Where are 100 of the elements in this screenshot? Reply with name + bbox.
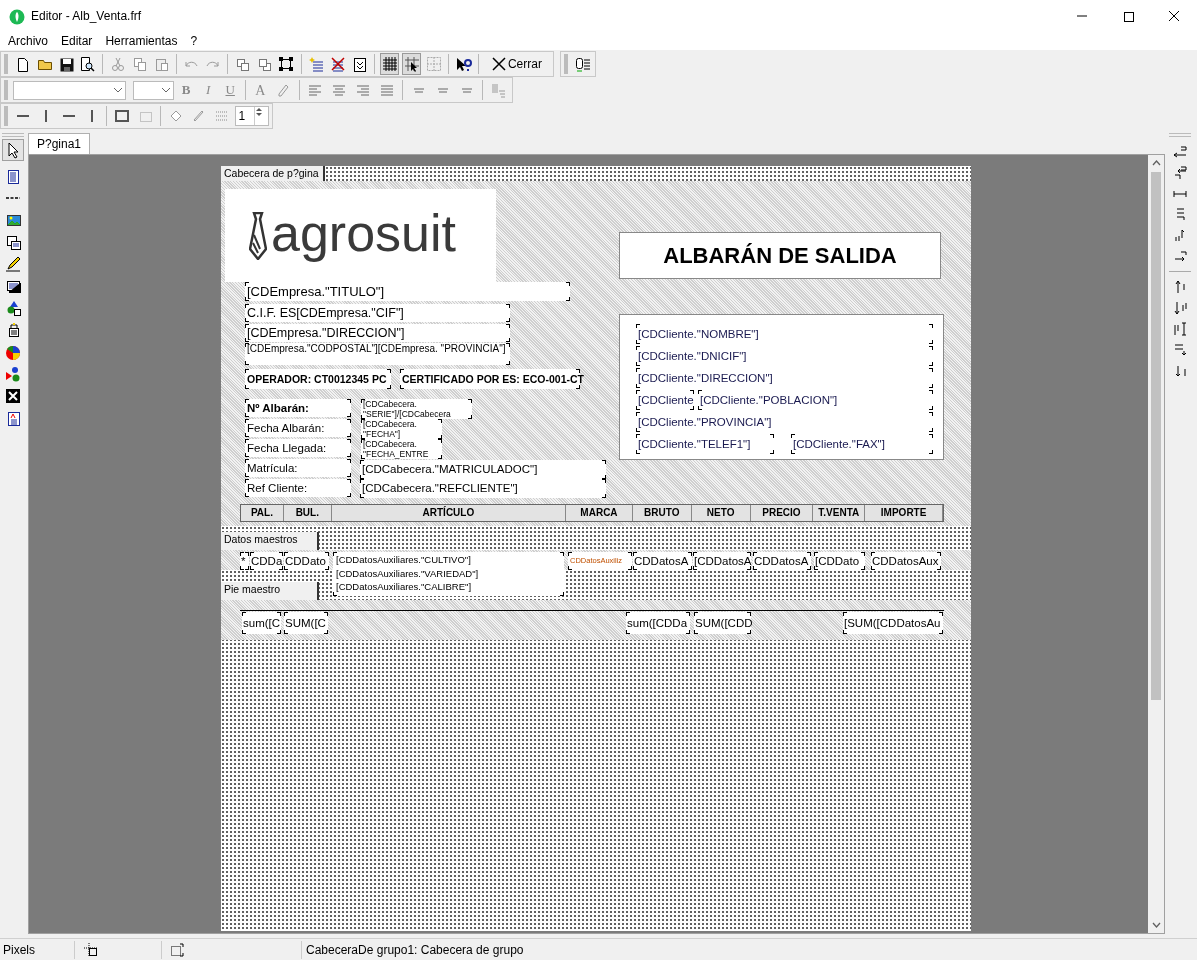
menu-item[interactable]: ? [190,32,198,50]
report-field[interactable]: [CDCliente."NOMBRE"] [636,324,933,344]
band-label[interactable]: Datos maestros [221,532,319,550]
pointer-tool[interactable] [2,139,24,161]
close-icon [1168,10,1180,22]
database-fields-icon [574,56,591,72]
no-borders-icon [138,110,152,122]
report-field[interactable]: CDDato [284,552,329,570]
column-header: BRUTO [632,505,692,521]
logo-image: agrosuit [225,189,496,282]
align-icon [1173,189,1187,198]
field-label[interactable]: Nº Albarán: [245,399,351,417]
report-field[interactable]: [CDCliente."POBLACION"] [698,390,933,410]
snap-to-grid-icon [403,55,420,73]
report-field[interactable]: [SUM([CDDatosAu [843,612,943,634]
band-label[interactable]: Pie maestro [221,582,319,600]
report-field[interactable]: [CDEmpresa."CODPOSTAL"][CDEmpresa. "PROVINCIA"] [245,343,510,365]
field-label[interactable]: Matrícula: [245,459,351,477]
report-field[interactable]: [CDDatosAuxiliares."VARIEDAD"] [336,566,564,580]
report-field[interactable]: [CDCabecera. "FECHA"] [361,419,442,439]
spin-down-icon [255,112,264,117]
pen-icon [193,110,205,122]
help-cursor-icon [455,56,472,72]
report-field[interactable]: * [240,552,249,570]
report-field[interactable]: [CDEmpresa."TITULO"] [245,282,570,301]
cross-in-square-icon [5,388,21,404]
align-icon [1173,251,1187,262]
report-field[interactable]: CDDatosA [633,552,692,570]
left-border-icon [44,109,47,123]
scroll-up-icon[interactable] [1151,160,1161,166]
align-center-icon [332,84,346,96]
report-field[interactable]: [CDCliente."FAX"] [791,434,933,454]
grid-button[interactable] [379,53,400,75]
subreport-icon [5,234,21,250]
scroll-down-icon[interactable] [1151,922,1161,928]
align-top-icon [412,87,425,93]
report-field[interactable]: [CDDatosAuxiliares."CALIBRE"] [336,580,564,594]
align-icon [1173,300,1187,315]
report-field[interactable]: [CDCliente."PROVINCIA"] [636,412,933,432]
report-field[interactable]: SUM([CDD [694,612,751,634]
highlight-icon [277,83,289,97]
grid-icon [381,56,398,72]
report-field[interactable]: [CDCliente [636,390,694,410]
align-icon [1175,208,1185,221]
picture-icon [5,214,21,226]
all-borders-icon [115,110,130,122]
report-field[interactable]: SUM([C [284,612,328,634]
report-field[interactable]: [CDCabecera. "FECHA_ENTRE [361,439,442,459]
position-icon [83,941,99,958]
delete-band-icon [330,56,345,72]
report-field[interactable]: sum([CDDa [626,612,690,634]
pie-chart-icon [5,343,21,361]
report-field[interactable]: [CDDatosA [693,552,751,570]
report-field[interactable]: [CDEmpresa."DIRECCION"] [245,324,510,342]
field-label[interactable]: Fecha Albarán: [245,419,351,437]
report-field[interactable]: OPERADOR: CT0012345 PC [245,369,391,389]
report-field[interactable]: [CDCabecera. "SERIE"]/[CDCabecera [361,399,472,419]
report-field[interactable]: C.I.F. ES[CDEmpresa."CIF"] [245,304,510,322]
menu-item[interactable]: Herramientas [105,32,178,50]
band-label[interactable]: Cabecera de p?gina [221,166,325,181]
units-label: Pixels [0,940,75,959]
memo-icon [5,279,21,293]
align-icon [1173,145,1187,158]
report-field[interactable]: CDDa [250,552,283,570]
align-bottom-icon [460,87,473,93]
align-icon [1174,364,1186,377]
report-field[interactable]: [CDCabecera."REFCLIENTE"] [360,479,606,498]
report-field[interactable]: CDDatosAux [871,552,941,570]
column-header: ARTÍCULO [331,505,567,521]
column-header: PRECIO [750,505,814,521]
scrollbar-thumb[interactable] [1151,172,1161,700]
bring-to-front-icon [236,57,250,71]
bottom-border-icon [61,115,76,117]
report-field[interactable]: [CDCabecera."MATRICULADOC"] [360,460,606,479]
insert-band-icon [308,56,324,72]
report-field[interactable]: [CDCliente."DIRECCION"] [636,368,933,388]
snap-to-grid-button[interactable] [402,53,422,75]
line-width-spinner[interactable]: 1 [234,106,270,126]
menu-item[interactable]: Archivo [8,32,48,50]
connected-circles-icon [5,365,21,383]
spin-up-icon [255,107,264,112]
column-header: BUL. [283,505,332,521]
right-border-icon [90,109,93,123]
report-field[interactable]: [CDCliente."TELEF1"] [636,434,774,454]
field-label[interactable]: Fecha Llegada: [245,439,351,457]
close-button[interactable]: Cerrar [483,53,550,75]
field-label[interactable]: Ref Cliente: [245,479,351,497]
vertical-scrollbar[interactable] [1148,155,1164,933]
new-page-icon [16,56,28,72]
report-field[interactable]: sum([C [242,612,281,634]
page-tab[interactable]: P?gina1 [28,133,91,154]
report-field[interactable]: [CDDato [814,552,865,570]
report-field[interactable]: [CDCliente."DNICIF"] [636,346,933,366]
menu-item[interactable]: Editar [61,32,93,50]
align-icon [1173,343,1187,356]
report-field[interactable]: CDDatosA [753,552,811,570]
align-justify-icon [379,84,394,96]
report-field[interactable]: [CDDatosAuxiliares."CULTIVO"] [336,553,564,567]
copy-icon [133,57,146,71]
column-header: PAL. [241,505,284,521]
